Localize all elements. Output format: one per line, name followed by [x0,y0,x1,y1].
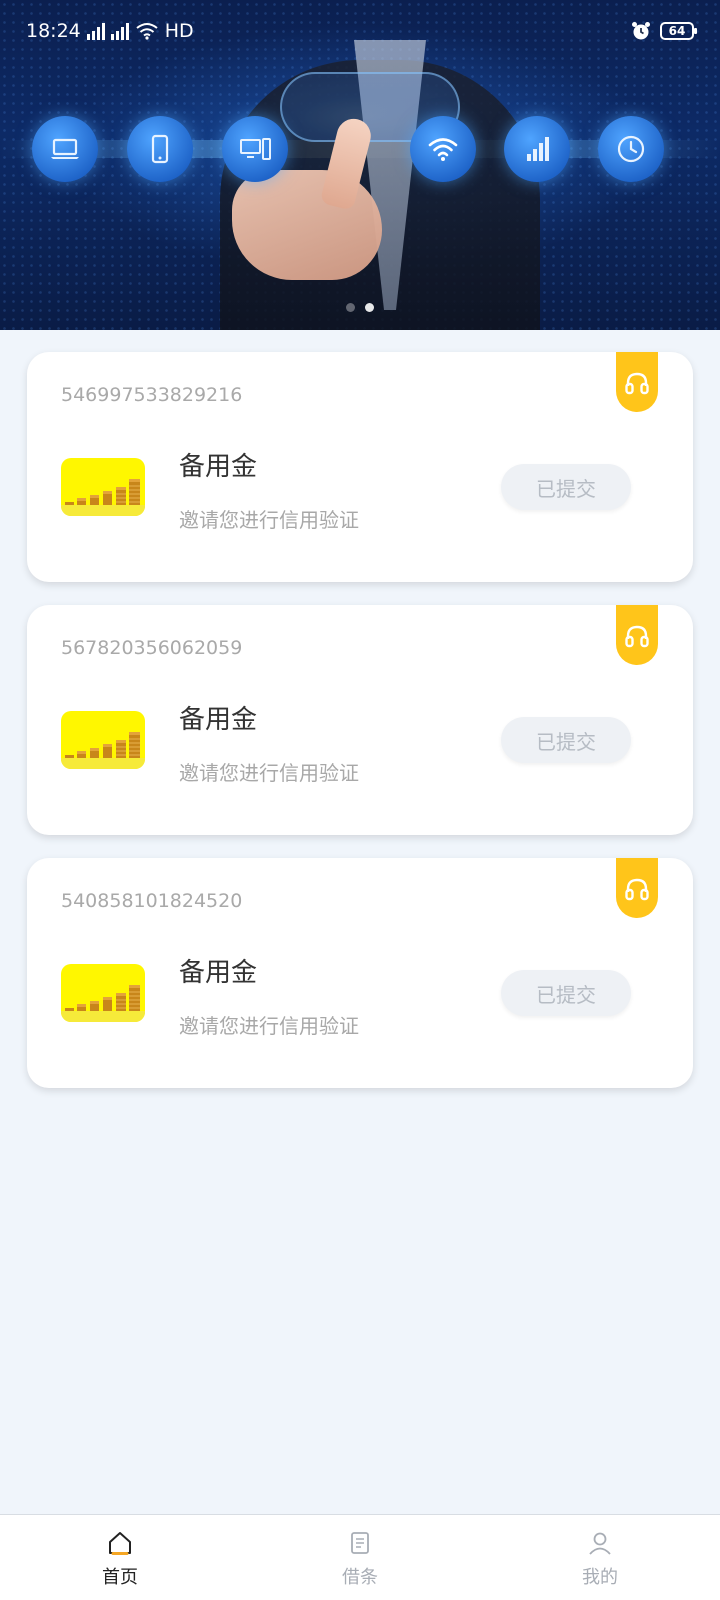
product-name: 备用金 [179,958,258,988]
nav-label-loans: 借条 [342,1567,378,1588]
banner-hand [232,170,382,280]
submitted-status-button[interactable]: 已提交 [501,464,631,510]
desktop-icon [222,116,288,182]
customer-service-button[interactable] [616,605,658,665]
order-card[interactable]: 567820356062059 备用金 邀请您进行信用验证 已提交 [27,605,693,835]
product-description: 邀请您进行信用验证 [179,761,359,785]
pager-dot[interactable] [346,303,355,312]
order-number: 567820356062059 [61,637,243,659]
customer-service-button[interactable] [616,352,658,412]
product-description: 邀请您进行信用验证 [179,508,359,532]
coin-stacks-icon [61,985,145,1022]
user-icon [589,1532,611,1555]
product-thumbnail [61,711,145,769]
order-number: 540858101824520 [61,890,243,912]
product-name: 备用金 [179,705,258,735]
product-thumbnail [61,964,145,1022]
submitted-status-button[interactable]: 已提交 [501,970,631,1016]
home-icon [109,1532,131,1555]
nav-label-home: 首页 [102,1567,138,1588]
order-card[interactable]: 540858101824520 备用金 邀请您进行信用验证 已提交 [27,858,693,1088]
hd-indicator: HD [164,20,194,42]
headset-icon [625,625,649,648]
order-number: 546997533829216 [61,384,243,406]
wifi-status-icon [136,23,158,40]
headset-icon [625,878,649,901]
status-bar: 18:24 HD 64 [0,0,720,70]
clock-icon [598,116,664,182]
nav-item-profile[interactable]: 我的 [500,1515,700,1600]
banner-pager-dots [0,303,720,312]
submitted-status-button[interactable]: 已提交 [501,717,631,763]
app-screen: 18:24 HD 64 546997533829216 备用金 邀请您进行信用验… [0,0,720,1600]
cell-signal-icon [86,22,105,40]
alarm-icon [632,22,650,40]
order-card[interactable]: 546997533829216 备用金 邀请您进行信用验证 已提交 [27,352,693,582]
bottom-navigation: 首页 借条 我的 [0,1514,720,1600]
cell-signal-2-icon [110,22,129,40]
product-name: 备用金 [179,452,258,482]
pager-dot-active[interactable] [365,303,374,312]
headset-icon [625,372,649,395]
product-thumbnail [61,458,145,516]
nav-item-loans[interactable]: 借条 [260,1515,460,1600]
phone-icon [127,116,193,182]
document-icon [351,1532,369,1554]
wifi-icon [410,116,476,182]
coin-stacks-icon [61,479,145,516]
battery-icon: 64 [660,22,697,40]
status-time: 18:24 [26,20,81,42]
nav-item-home[interactable]: 首页 [20,1515,220,1600]
product-description: 邀请您进行信用验证 [179,1014,359,1038]
coin-stacks-icon [61,732,145,769]
laptop-icon [32,116,98,182]
nav-label-profile: 我的 [582,1567,618,1588]
customer-service-button[interactable] [616,858,658,918]
signal-bars-icon [504,116,570,182]
